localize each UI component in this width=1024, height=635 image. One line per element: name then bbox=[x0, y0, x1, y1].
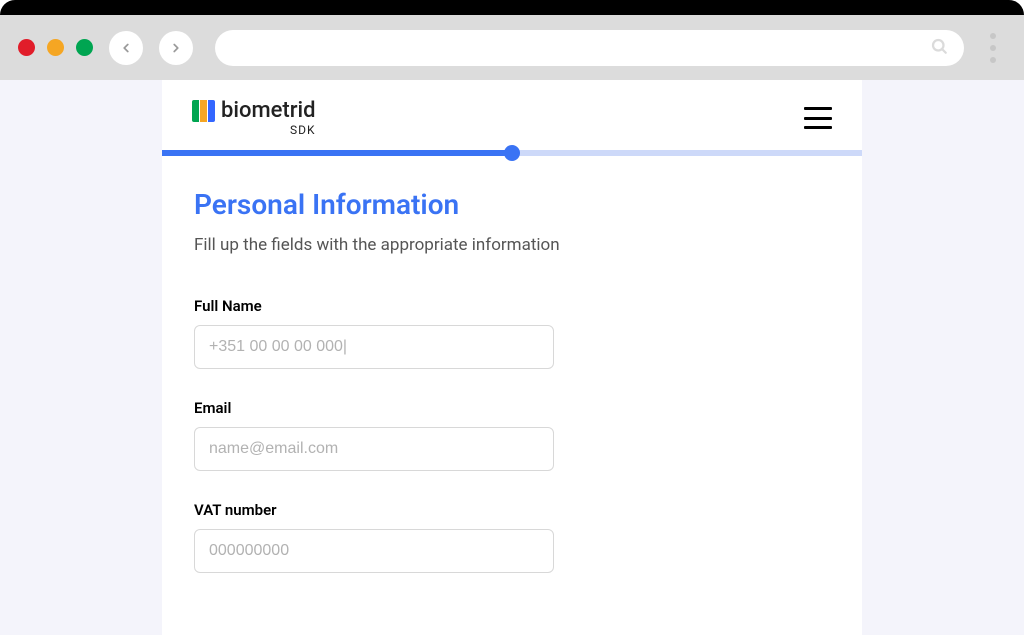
browser-address-bar[interactable] bbox=[215, 30, 964, 66]
menu-button[interactable] bbox=[804, 107, 832, 129]
vat-label: VAT number bbox=[194, 501, 830, 519]
field-full-name: Full Name bbox=[194, 297, 830, 369]
window-controls bbox=[18, 39, 93, 56]
browser-back-button[interactable] bbox=[109, 31, 143, 65]
browser-chrome bbox=[0, 15, 1024, 80]
email-input[interactable] bbox=[194, 427, 554, 471]
field-vat: VAT number bbox=[194, 501, 830, 573]
vat-input[interactable] bbox=[194, 529, 554, 573]
window-close-button[interactable] bbox=[18, 39, 35, 56]
form-section: Personal Information Fill up the fields … bbox=[162, 156, 862, 573]
app-logo: biometrid SDK bbox=[192, 100, 316, 136]
progress-fill bbox=[162, 150, 512, 156]
email-label: Email bbox=[194, 399, 830, 417]
logo-subtitle: SDK bbox=[290, 124, 316, 136]
browser-menu-button[interactable] bbox=[980, 33, 1006, 63]
hamburger-icon bbox=[804, 107, 832, 110]
full-name-input[interactable] bbox=[194, 325, 554, 369]
progress-knob[interactable] bbox=[504, 145, 520, 161]
page-viewport: biometrid SDK Personal Information Fill … bbox=[0, 80, 1024, 635]
browser-forward-button[interactable] bbox=[159, 31, 193, 65]
progress-bar bbox=[162, 150, 862, 156]
window-maximize-button[interactable] bbox=[76, 39, 93, 56]
app-header: biometrid SDK bbox=[162, 80, 862, 150]
window-top-bar bbox=[0, 0, 1024, 15]
page-content: biometrid SDK Personal Information Fill … bbox=[162, 80, 862, 635]
section-subtitle: Fill up the fields with the appropriate … bbox=[194, 235, 830, 255]
section-title: Personal Information bbox=[194, 188, 830, 221]
logo-mark-icon bbox=[192, 100, 215, 122]
arrow-left-icon bbox=[119, 41, 133, 55]
arrow-right-icon bbox=[169, 41, 183, 55]
search-icon bbox=[930, 37, 948, 59]
window-minimize-button[interactable] bbox=[47, 39, 64, 56]
full-name-label: Full Name bbox=[194, 297, 830, 315]
logo-name: biometrid bbox=[221, 100, 316, 122]
field-email: Email bbox=[194, 399, 830, 471]
